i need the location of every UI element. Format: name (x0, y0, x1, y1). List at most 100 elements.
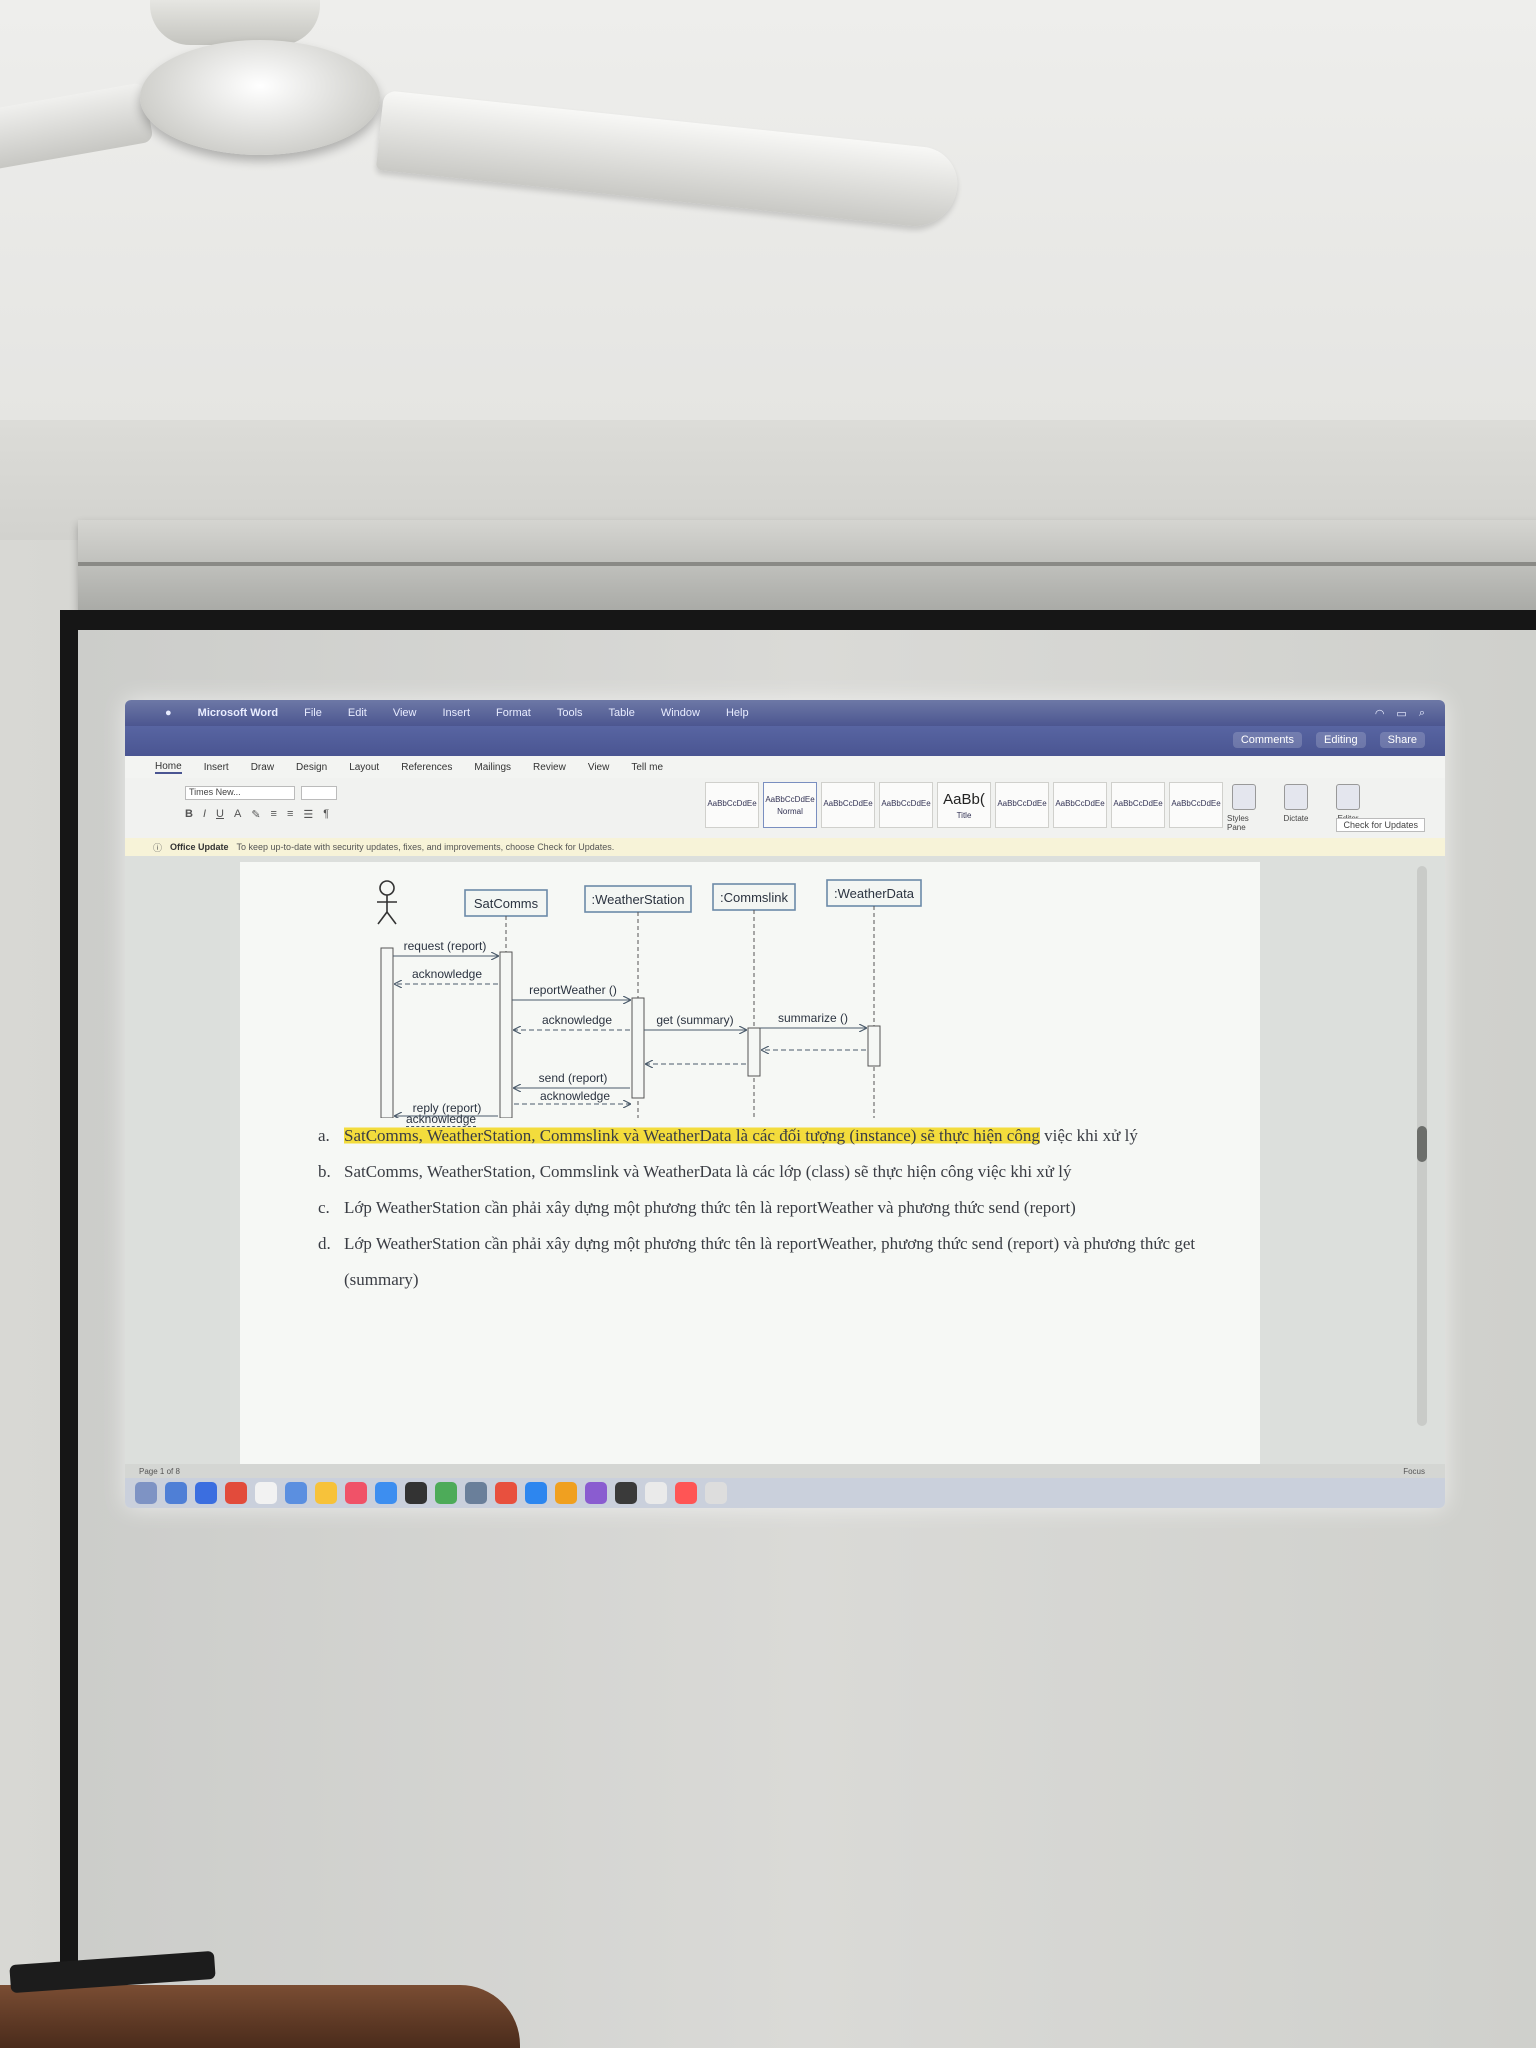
dock-app-icon[interactable] (585, 1482, 607, 1504)
search-icon[interactable]: ⌕ (1419, 707, 1425, 720)
dock-app-icon[interactable] (375, 1482, 397, 1504)
dock-app-icon[interactable] (435, 1482, 457, 1504)
share-button[interactable]: Share (1379, 732, 1425, 748)
style-item-title[interactable]: AaBb(Title (937, 782, 991, 828)
highlight-icon[interactable]: ✎ (251, 808, 260, 821)
align-left-icon[interactable]: ≡ (271, 808, 277, 821)
object-label: SatComms (474, 896, 539, 911)
align-center-icon[interactable]: ≡ (287, 808, 293, 821)
style-item[interactable]: AaBbCcDdEe (1111, 782, 1165, 828)
font-color-icon[interactable]: A (234, 808, 241, 821)
office-update-bar: ⓘ Office Update To keep up-to-date with … (125, 838, 1445, 856)
projector-screen-roller (78, 520, 1536, 612)
dock-app-icon[interactable] (135, 1482, 157, 1504)
style-item[interactable]: AaBbCcDdEe (821, 782, 875, 828)
option-letter: a. (318, 1126, 330, 1145)
style-sample: AaBbCcDdEe (997, 799, 1047, 808)
underline-icon[interactable]: U (216, 808, 224, 821)
editor-pen-icon (1336, 784, 1360, 810)
menu-tools[interactable]: Tools (557, 707, 583, 719)
comments-button[interactable]: Comments (1232, 732, 1302, 748)
menu-file[interactable]: File (304, 707, 322, 719)
font-name-select[interactable]: Times New... (185, 786, 295, 800)
page-count[interactable]: Page 1 of 8 (139, 1467, 180, 1476)
option-letter: d. (318, 1234, 331, 1253)
tab-mailings[interactable]: Mailings (474, 762, 511, 773)
check-for-updates-button[interactable]: Check for Updates (1336, 818, 1425, 832)
menu-table[interactable]: Table (609, 707, 635, 719)
dock-app-icon[interactable] (705, 1482, 727, 1504)
style-sample: AaBbCcDdEe (707, 799, 757, 808)
option-text: Lớp WeatherStation cần phải xây dựng một… (344, 1198, 1076, 1217)
tab-home[interactable]: Home (155, 761, 182, 774)
projected-desktop: ● Microsoft Word File Edit View Insert F… (125, 700, 1445, 1508)
tab-insert[interactable]: Insert (204, 762, 229, 773)
style-item[interactable]: AaBbCcDdEe (995, 782, 1049, 828)
option-b[interactable]: b. SatComms, WeatherStation, Commslink v… (310, 1154, 1210, 1190)
dock-app-icon[interactable] (345, 1482, 367, 1504)
dock-app-icon[interactable] (555, 1482, 577, 1504)
menu-window[interactable]: Window (661, 707, 700, 719)
dock-app-icon[interactable] (465, 1482, 487, 1504)
object-weatherstation: :WeatherStation (584, 885, 692, 913)
option-d[interactable]: d. Lớp WeatherStation cần phải xây dựng … (310, 1226, 1210, 1298)
style-sample: AaBbCcDdEe (1113, 799, 1163, 808)
dock-app-icon[interactable] (495, 1482, 517, 1504)
dock-app-icon[interactable] (315, 1482, 337, 1504)
style-sample: AaBbCcDdEe (823, 799, 873, 808)
dock-app-icon[interactable] (645, 1482, 667, 1504)
menu-help[interactable]: Help (726, 707, 749, 719)
scrollbar-thumb[interactable] (1417, 1126, 1427, 1162)
tab-draw[interactable]: Draw (251, 762, 274, 773)
dock-app-icon[interactable] (255, 1482, 277, 1504)
tab-layout[interactable]: Layout (349, 762, 379, 773)
bold-icon[interactable]: B (185, 808, 193, 821)
battery-icon[interactable]: ▭ (1396, 707, 1406, 720)
menu-edit[interactable]: Edit (348, 707, 367, 719)
option-text: việc khi xử lý (1039, 1126, 1138, 1145)
option-a[interactable]: a. SatComms, WeatherStation, Commslink v… (310, 1118, 1210, 1154)
option-c[interactable]: c. Lớp WeatherStation cần phải xây dựng … (310, 1190, 1210, 1226)
dock-app-icon[interactable] (285, 1482, 307, 1504)
styles-pane-button[interactable]: Styles Pane (1227, 784, 1261, 832)
style-item[interactable]: AaBbCcDdEe (1053, 782, 1107, 828)
menu-format[interactable]: Format (496, 707, 531, 719)
document-page[interactable]: SatComms :WeatherStation :Commslink :Wea… (240, 862, 1260, 1464)
update-bar-message: To keep up-to-date with security updates… (236, 842, 615, 852)
style-item[interactable]: AaBbCcDdEe (1169, 782, 1223, 828)
menu-view[interactable]: View (393, 707, 417, 719)
bullets-icon[interactable]: ☰ (303, 808, 313, 821)
tab-references[interactable]: References (401, 762, 452, 773)
apple-icon[interactable]: ● (165, 707, 172, 719)
tell-me-search[interactable]: Tell me (631, 762, 663, 773)
status-icons: ◠ ▭ ⌕ (1375, 707, 1425, 720)
dock-app-icon[interactable] (525, 1482, 547, 1504)
vertical-scrollbar[interactable] (1417, 866, 1427, 1426)
dock-app-icon[interactable] (615, 1482, 637, 1504)
font-size-select[interactable] (301, 786, 337, 800)
dock-app-icon[interactable] (225, 1482, 247, 1504)
style-item-normal[interactable]: AaBbCcDdEe Normal (763, 782, 817, 828)
paragraph-mark-icon[interactable]: ¶ (323, 808, 329, 821)
focus-button[interactable]: Focus (1403, 1467, 1425, 1476)
editing-button[interactable]: Editing (1316, 732, 1366, 748)
dictate-button[interactable]: Dictate (1279, 784, 1313, 832)
dock-app-icon[interactable] (195, 1482, 217, 1504)
activation-bar (380, 947, 394, 1118)
message-label: send (report) (539, 1071, 608, 1085)
tab-view[interactable]: View (588, 762, 610, 773)
menu-insert[interactable]: Insert (442, 707, 470, 719)
dock-app-icon[interactable] (675, 1482, 697, 1504)
menubar-app-name[interactable]: Microsoft Word (198, 707, 278, 719)
dock-app-icon[interactable] (405, 1482, 427, 1504)
style-item[interactable]: AaBbCcDdEe (705, 782, 759, 828)
wifi-icon[interactable]: ◠ (1375, 707, 1385, 720)
dock-app-icon[interactable] (165, 1482, 187, 1504)
word-titlebar: Comments Editing Share (125, 726, 1445, 756)
style-item[interactable]: AaBbCcDdEe (879, 782, 933, 828)
tab-review[interactable]: Review (533, 762, 566, 773)
message-label: acknowledge (412, 967, 482, 981)
option-text: Lớp WeatherStation cần phải xây dựng một… (344, 1234, 1196, 1289)
tab-design[interactable]: Design (296, 762, 327, 773)
italic-icon[interactable]: I (203, 808, 206, 821)
